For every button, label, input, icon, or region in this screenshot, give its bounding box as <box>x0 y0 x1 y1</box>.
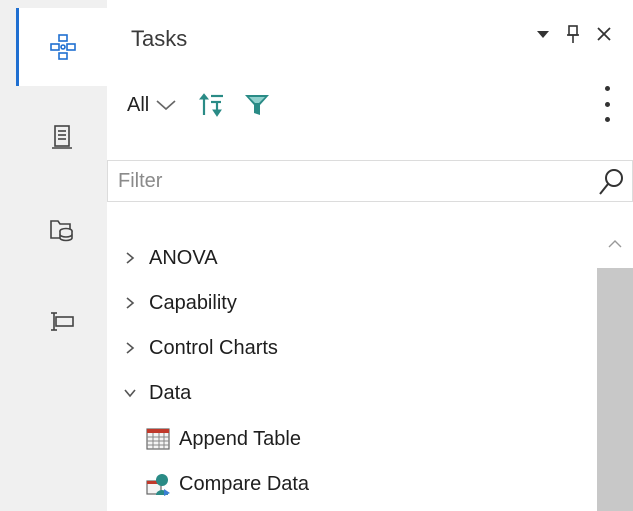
chevron-right-icon <box>119 337 141 359</box>
sort-icon[interactable] <box>197 90 227 120</box>
chevron-right-icon <box>119 247 141 269</box>
filter-input[interactable] <box>108 168 590 194</box>
tasks-panel: Tasks All Filter ANOVA Capability Contro… <box>107 0 633 511</box>
rail-item-results[interactable] <box>16 98 107 176</box>
document-icon <box>51 125 72 149</box>
panel-title: Tasks <box>131 26 188 51</box>
text-cursor-box-icon <box>50 312 74 331</box>
chevron-right-icon <box>119 292 141 314</box>
scope-dropdown[interactable]: All <box>127 94 177 117</box>
filter-box <box>107 160 633 202</box>
tree-item-append-table[interactable]: Append Table <box>145 419 301 459</box>
rail-item-libraries[interactable] <box>16 190 107 268</box>
search-icon[interactable] <box>596 167 626 197</box>
tree-item-data[interactable]: Data <box>107 373 191 413</box>
tree-item-label: Data <box>149 381 192 404</box>
close-icon[interactable] <box>595 25 613 43</box>
tree-item-label: Append Table <box>179 427 301 450</box>
task-toolbar: All <box>127 90 271 120</box>
more-options-button[interactable] <box>603 86 611 122</box>
compare-data-icon <box>146 474 170 496</box>
panel-controls <box>535 24 613 44</box>
rail-item-tasks[interactable] <box>16 8 107 86</box>
kebab-dot <box>604 86 610 91</box>
chevron-down-icon <box>119 382 141 404</box>
scope-dropdown-label: All <box>127 93 150 116</box>
scrollbar-thumb[interactable] <box>597 268 633 511</box>
scroll-up-arrow-icon[interactable] <box>605 234 625 254</box>
append-table-icon <box>146 428 170 450</box>
dropdown-arrow-icon[interactable] <box>535 26 551 42</box>
tree-item-label: Compare Data <box>179 472 310 495</box>
tree-item-label: ANOVA <box>149 246 218 269</box>
tree-item-label: Control Charts <box>149 336 278 359</box>
tree-item-anova[interactable]: ANOVA <box>107 238 218 278</box>
folder-database-icon <box>49 220 73 242</box>
kebab-dot <box>604 101 610 107</box>
tasks-network-icon <box>50 34 76 60</box>
chevron-down-icon <box>156 100 176 111</box>
funnel-icon[interactable] <box>243 91 271 119</box>
navigation-rail <box>0 0 107 511</box>
tree-item-capability[interactable]: Capability <box>107 283 237 323</box>
pin-icon[interactable] <box>565 24 581 44</box>
tree-item-control-charts[interactable]: Control Charts <box>107 328 278 368</box>
tree-item-compare-data[interactable]: Compare Data <box>145 464 309 504</box>
vertical-scrollbar[interactable] <box>597 226 633 511</box>
rail-item-snippets[interactable] <box>16 282 107 360</box>
tree-item-label: Capability <box>149 291 237 314</box>
kebab-dot <box>604 117 610 122</box>
